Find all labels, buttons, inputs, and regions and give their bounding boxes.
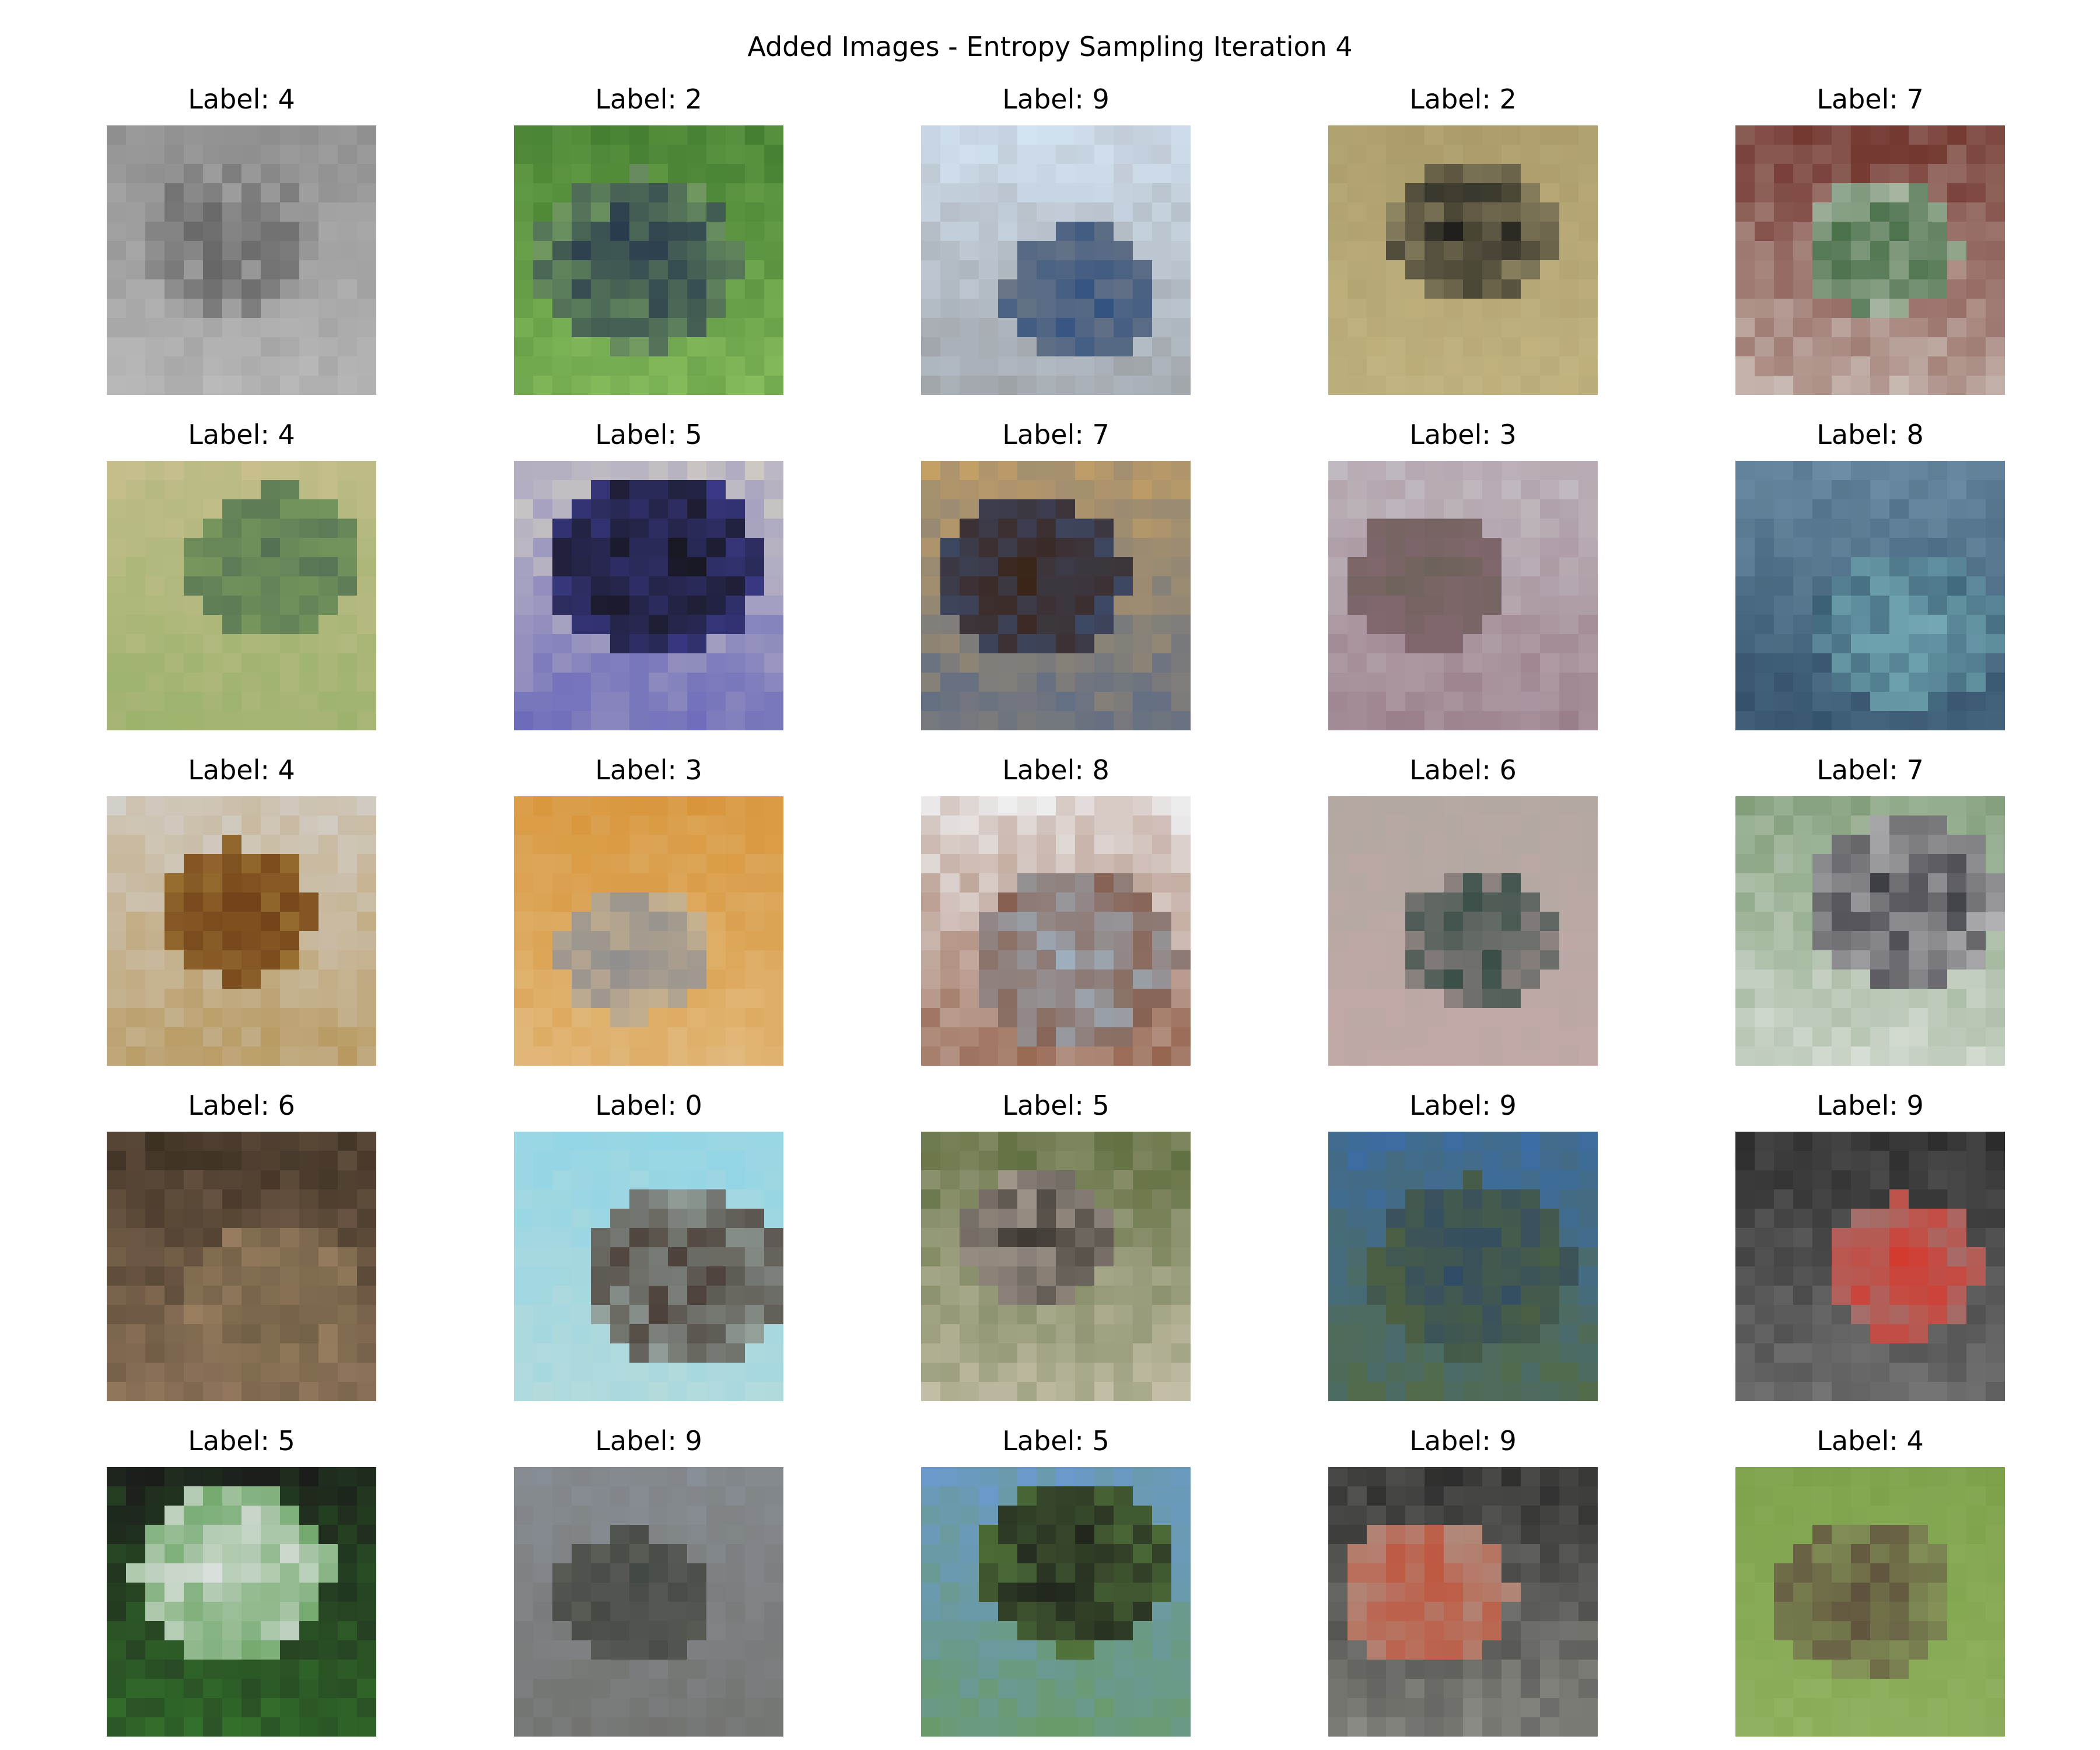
thumbnail-image	[1735, 461, 2005, 730]
image-label: Label: 9	[1002, 83, 1110, 115]
image-label: Label: 3	[1409, 419, 1517, 450]
thumbnail-image	[107, 461, 376, 730]
image-label: Label: 5	[595, 419, 702, 450]
image-label: Label: 4	[1817, 1425, 1924, 1457]
image-label: Label: 6	[1409, 754, 1517, 786]
image-label: Label: 7	[1817, 754, 1924, 786]
image-label: Label: 6	[188, 1090, 295, 1121]
thumbnail-image	[107, 796, 376, 1066]
image-label: Label: 4	[188, 83, 295, 115]
image-label: Label: 9	[1817, 1090, 1924, 1121]
thumbnail-image	[1328, 461, 1598, 730]
image-label: Label: 8	[1817, 419, 1924, 450]
image-label: Label: 0	[595, 1090, 702, 1121]
thumbnail-image	[1328, 1467, 1598, 1737]
image-label: Label: 4	[188, 419, 295, 450]
thumbnail-image	[921, 1467, 1191, 1737]
thumbnail-image	[1328, 125, 1598, 395]
image-label: Label: 5	[1002, 1090, 1110, 1121]
image-label: Label: 7	[1002, 419, 1110, 450]
image-label: Label: 8	[1002, 754, 1110, 786]
image-label: Label: 9	[595, 1425, 702, 1457]
image-label: Label: 9	[1409, 1425, 1517, 1457]
thumbnail-image	[514, 796, 783, 1066]
thumbnail-image	[107, 1132, 376, 1401]
image-label: Label: 5	[1002, 1425, 1110, 1457]
image-label: Label: 5	[188, 1425, 295, 1457]
thumbnail-image	[921, 461, 1191, 730]
thumbnail-image	[921, 125, 1191, 395]
image-label: Label: 3	[595, 754, 702, 786]
thumbnail-image	[1735, 125, 2005, 395]
image-label: Label: 2	[1409, 83, 1517, 115]
thumbnail-image	[107, 125, 376, 395]
thumbnail-image	[514, 1467, 783, 1737]
thumbnail-image	[514, 461, 783, 730]
thumbnail-image	[1735, 1467, 2005, 1737]
image-grid: Label: 4 Label: 2 Label: 9 Label: 2 Label: 7…	[0, 0, 2100, 1750]
image-label: Label: 4	[188, 754, 295, 786]
image-label: Label: 7	[1817, 83, 1924, 115]
image-label: Label: 2	[595, 83, 702, 115]
thumbnail-image	[921, 1132, 1191, 1401]
thumbnail-image	[1328, 1132, 1598, 1401]
thumbnail-image	[1735, 1132, 2005, 1401]
thumbnail-image	[1328, 796, 1598, 1066]
image-label: Label: 9	[1409, 1090, 1517, 1121]
thumbnail-image	[514, 1132, 783, 1401]
thumbnail-image	[107, 1467, 376, 1737]
thumbnail-image	[1735, 796, 2005, 1066]
thumbnail-image	[921, 796, 1191, 1066]
thumbnail-image	[514, 125, 783, 395]
